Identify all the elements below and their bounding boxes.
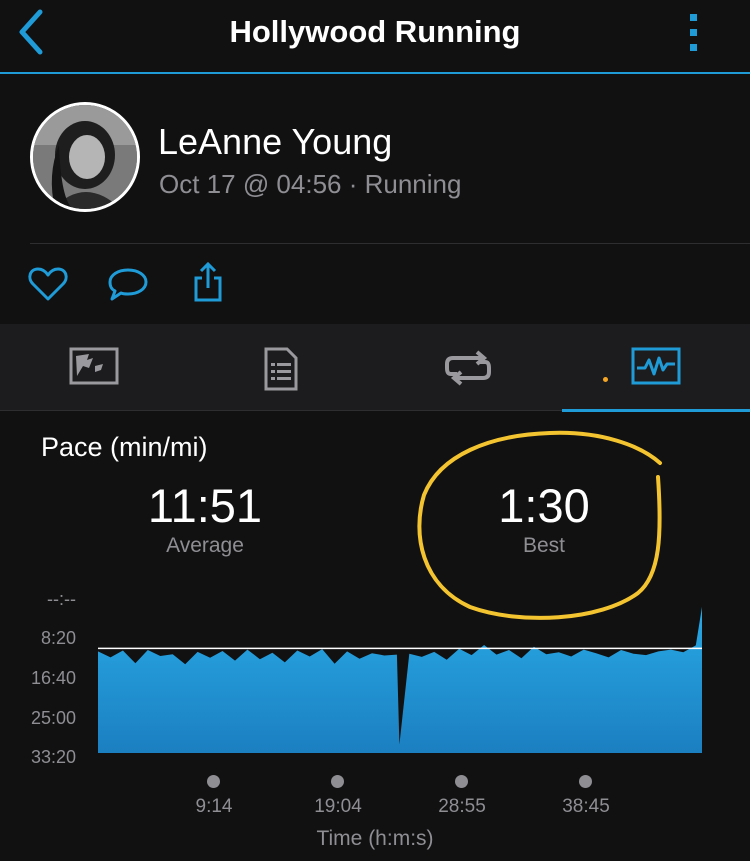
x-tick-label: 9:14: [195, 796, 233, 817]
social-actions: [0, 244, 750, 324]
comment-icon: [108, 268, 148, 301]
tab-laps[interactable]: [374, 324, 561, 410]
x-tick-marker: [579, 775, 592, 788]
x-tick-marker: [455, 775, 468, 788]
x-tick-marker: [331, 775, 344, 788]
share-button[interactable]: [186, 261, 230, 306]
laps-icon: [444, 350, 491, 386]
x-tick-label: 28:55: [438, 796, 486, 817]
more-vertical-icon: [690, 14, 697, 51]
user-name[interactable]: LeAnne Young: [158, 121, 392, 163]
x-tick-marker: [207, 775, 220, 788]
like-button[interactable]: [26, 262, 70, 306]
metric-title: Pace (min/mi): [41, 432, 208, 462]
best-value: 1:30: [498, 479, 590, 532]
average-stat: 11:51 Average: [95, 478, 315, 558]
average-value: 11:51: [147, 479, 263, 532]
chart-icon: [631, 347, 681, 385]
tab-details[interactable]: [187, 324, 374, 410]
share-icon: [194, 261, 222, 302]
tab-indicator-dot: [603, 377, 608, 382]
x-tick-label: 38:45: [562, 796, 610, 817]
activity-date-type: Oct 17 @ 04:56 · Running: [159, 169, 462, 199]
comment-button[interactable]: [106, 262, 150, 306]
best-label: Best: [522, 534, 566, 557]
details-icon: [264, 347, 297, 391]
page-title: Hollywood Running: [229, 14, 521, 49]
user-photo: [33, 105, 137, 209]
x-tick-label: 19:04: [314, 796, 362, 817]
top-navigation-bar: Hollywood Running: [0, 0, 750, 74]
best-stat: 1:30 Best: [434, 478, 654, 558]
pace-series-area: [98, 606, 702, 753]
x-axis-title: Time (h:m:s): [316, 827, 434, 850]
map-icon: [69, 347, 118, 385]
activity-header: LeAnne Young Oct 17 @ 04:56 · Running: [0, 76, 750, 244]
average-label: Average: [166, 534, 244, 557]
more-options-button[interactable]: [678, 8, 710, 56]
tab-map[interactable]: [0, 324, 187, 410]
activity-tabs: [0, 324, 750, 412]
avatar[interactable]: [30, 102, 140, 212]
tab-charts[interactable]: [562, 324, 750, 412]
heart-icon: [28, 267, 68, 301]
pace-chart[interactable]: [0, 590, 750, 760]
